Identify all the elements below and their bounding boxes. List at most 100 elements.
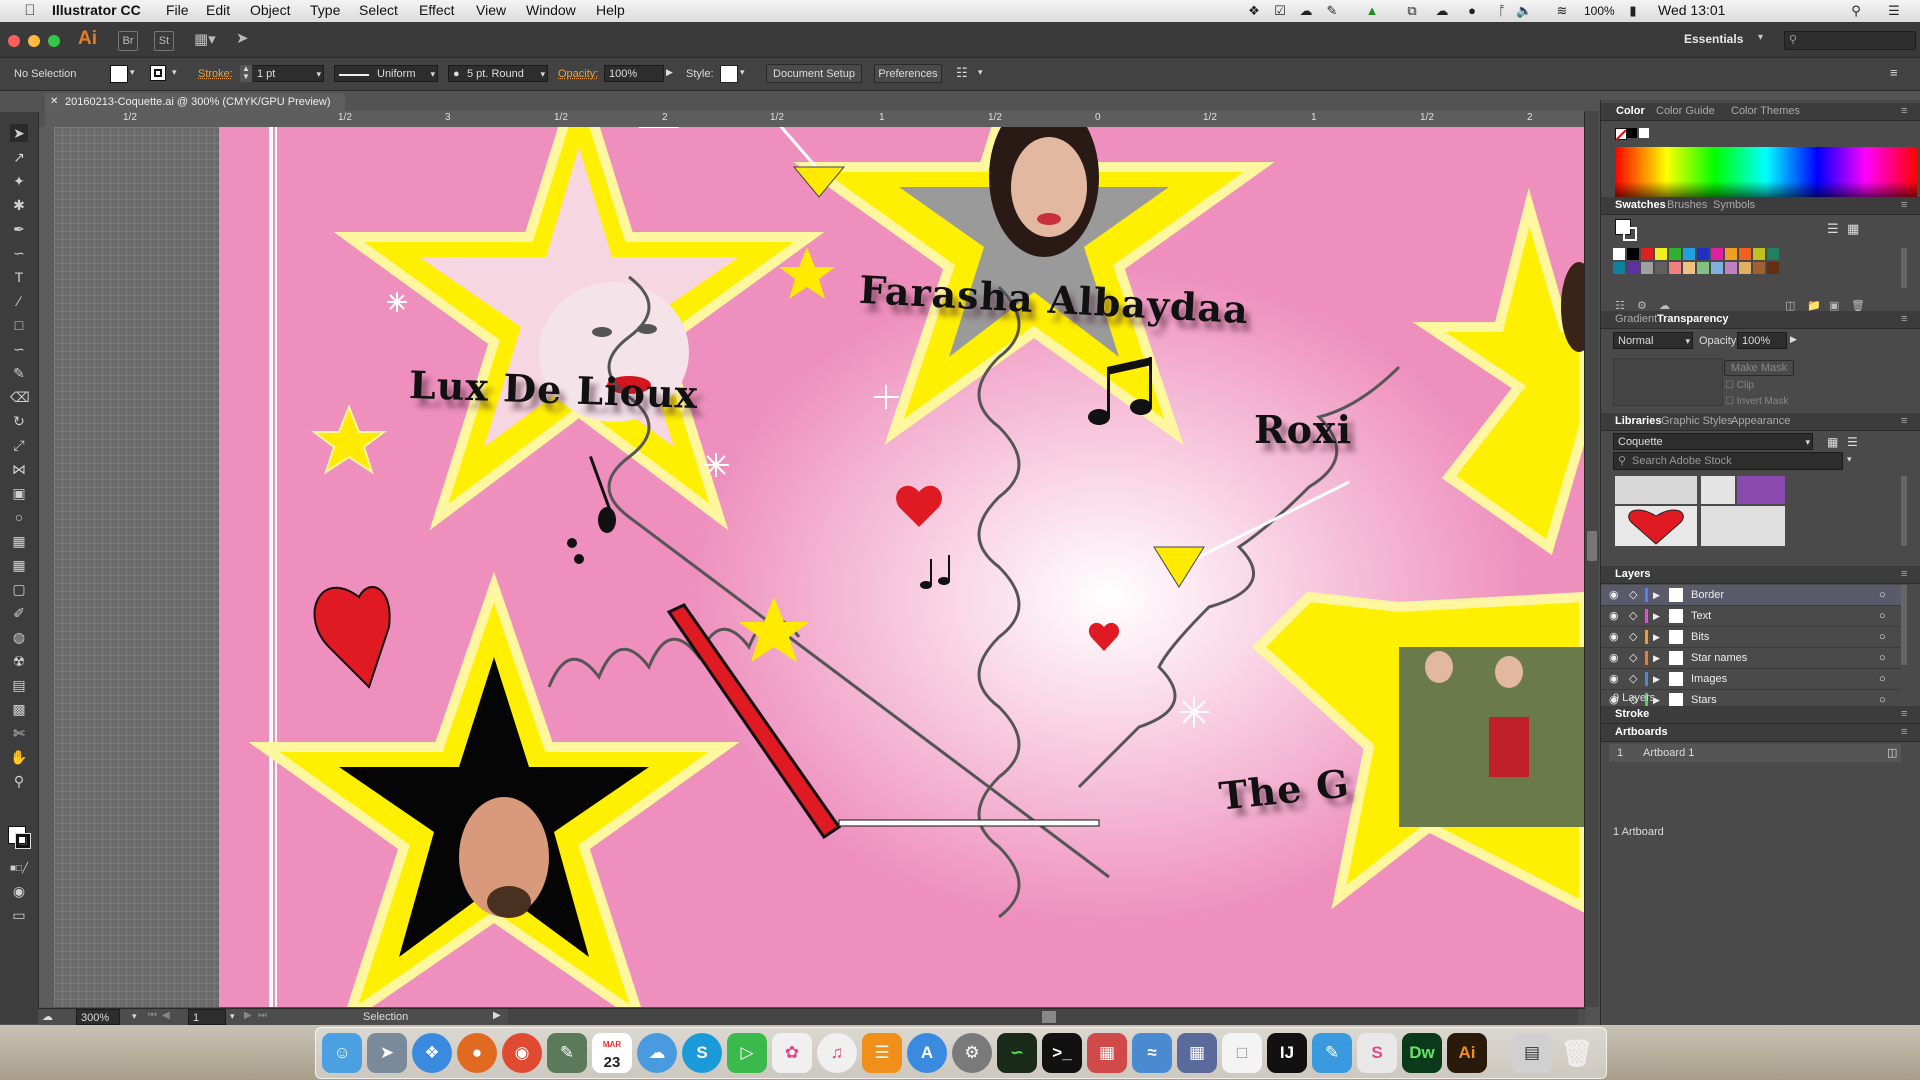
tab-symbols[interactable]: Symbols xyxy=(1713,197,1755,214)
expand-arrow-icon[interactable]: ▶ xyxy=(1653,669,1660,689)
tab-appearance[interactable]: Appearance xyxy=(1731,413,1790,430)
eye-icon[interactable]: ◉ xyxy=(1609,606,1619,626)
pen-tool-icon[interactable]: ✒ xyxy=(10,220,28,238)
opacity-arrow-icon[interactable]: ▶ xyxy=(1790,334,1797,345)
layer-row[interactable]: ◉ ◇ ▶ Bits ○ xyxy=(1601,627,1901,648)
dot-icon[interactable]: ● xyxy=(1464,3,1480,19)
itunes-icon[interactable]: ♫ xyxy=(817,1033,857,1073)
panel-menu-icon[interactable]: ≡ xyxy=(1901,197,1907,214)
color-swatch[interactable] xyxy=(1725,262,1737,274)
preferences-button[interactable]: Preferences xyxy=(874,64,942,83)
scale-tool-icon[interactable]: ⤢ xyxy=(10,436,28,454)
arrange-options-icon[interactable]: ☷ xyxy=(956,65,968,81)
mesh-tool-icon[interactable]: ▦ xyxy=(10,556,28,574)
copy-icon[interactable]: ⧉ xyxy=(1404,3,1420,19)
panel-menu-icon[interactable]: ≡ xyxy=(1901,706,1907,723)
color-swatch[interactable] xyxy=(1669,262,1681,274)
menu-select[interactable]: Select xyxy=(359,2,398,18)
expand-arrow-icon[interactable]: ▶ xyxy=(1653,606,1660,626)
layer-row[interactable]: ◉ ◇ ▶ Border ○ xyxy=(1601,585,1901,606)
creative-cloud-icon[interactable]: ☁ xyxy=(1298,3,1314,19)
cloud-upload-icon[interactable]: ☁ xyxy=(1434,3,1450,19)
expand-arrow-icon[interactable]: ▶ xyxy=(1653,648,1660,668)
chevron-down-icon[interactable]: ▾ xyxy=(740,67,745,78)
width-tool-icon[interactable]: ⋈ xyxy=(10,460,28,478)
horizontal-ruler[interactable]: 1/2 1/2 3 1/2 2 1/2 1 1/2 0 1/2 1 1/2 2 xyxy=(45,111,1585,128)
intellij-icon[interactable]: IJ xyxy=(1267,1033,1307,1073)
eyedropper-tool-icon[interactable]: ✐ xyxy=(10,604,28,622)
vertical-ruler[interactable] xyxy=(38,127,55,1007)
apple-icon[interactable]:  xyxy=(22,3,38,19)
color-swatch[interactable] xyxy=(1739,248,1751,260)
eye-icon[interactable]: ◉ xyxy=(1609,585,1619,605)
safari-icon[interactable]: ❖ xyxy=(412,1033,452,1073)
color-swatch[interactable] xyxy=(1655,248,1667,260)
white-swatch[interactable] xyxy=(1639,128,1649,138)
spotlight-search-icon[interactable]: ⚲ xyxy=(1848,3,1864,19)
sketch-icon[interactable]: S xyxy=(1357,1033,1397,1073)
opacity-slider-arrow-icon[interactable]: ▶ xyxy=(666,67,673,78)
target-icon[interactable]: ○ xyxy=(1879,648,1886,668)
color-swatch[interactable] xyxy=(1767,262,1779,274)
clip-checkbox[interactable]: ☐ Clip xyxy=(1725,380,1754,391)
illustrator-dock-icon[interactable]: Ai xyxy=(1447,1033,1487,1073)
scrollbar-thumb[interactable] xyxy=(1587,531,1597,561)
layer-name[interactable]: Bits xyxy=(1691,627,1709,647)
tab-graphic-styles[interactable]: Graphic Styles xyxy=(1661,413,1733,430)
library-list-view-icon[interactable]: ☰ xyxy=(1847,435,1858,449)
color-swatch[interactable] xyxy=(1655,262,1667,274)
system-preferences-icon[interactable]: ⚙ xyxy=(952,1033,992,1073)
color-swatch[interactable] xyxy=(1669,248,1681,260)
perspective-grid-tool-icon[interactable]: ▦ xyxy=(10,532,28,550)
library-item-heart[interactable] xyxy=(1615,506,1697,546)
color-swatch[interactable] xyxy=(1641,262,1653,274)
messages-icon[interactable]: ☁ xyxy=(637,1033,677,1073)
tab-transparency[interactable]: Transparency xyxy=(1657,311,1729,328)
variable-width-profile-select[interactable]: Uniform ▾ xyxy=(334,65,438,82)
library-item[interactable] xyxy=(1701,476,1735,504)
checkbox-icon[interactable]: ☑ xyxy=(1272,3,1288,19)
notification-center-icon[interactable]: ☰ xyxy=(1886,3,1902,19)
stroke-stepper-icon[interactable]: ▲ ▼ xyxy=(240,65,252,82)
shape-builder-tool-icon[interactable]: ○ xyxy=(10,508,28,526)
eye-icon[interactable]: ◉ xyxy=(1609,627,1619,647)
downloads-stack-icon[interactable]: ▤ xyxy=(1512,1033,1552,1073)
target-icon[interactable]: ○ xyxy=(1879,669,1886,689)
stock-button[interactable]: St xyxy=(154,31,174,51)
swatch-stroke-indicator[interactable] xyxy=(1623,227,1637,241)
chevron-down-icon[interactable]: ▾ xyxy=(978,67,983,78)
menu-effect[interactable]: Effect xyxy=(419,2,455,18)
color-mode-icon[interactable]: ■□╱ xyxy=(10,860,28,878)
document-icon[interactable]: □ xyxy=(1222,1033,1262,1073)
dreamweaver-icon[interactable]: Dw xyxy=(1402,1033,1442,1073)
eraser-tool-icon[interactable]: ⌫ xyxy=(10,388,30,406)
target-icon[interactable]: ○ xyxy=(1879,627,1886,647)
type-tool-icon[interactable]: T xyxy=(10,268,28,286)
layer-name[interactable]: Images xyxy=(1691,669,1727,689)
tab-libraries[interactable]: Libraries xyxy=(1615,413,1661,430)
lock-icon[interactable]: ◇ xyxy=(1629,606,1637,626)
fill-dropdown-icon[interactable]: ▾ xyxy=(130,67,135,78)
close-tab-icon[interactable]: ✕ xyxy=(50,93,58,111)
blend-tool-icon[interactable]: ◍ xyxy=(10,628,28,646)
chevron-down-icon[interactable]: ▾ xyxy=(1847,454,1852,465)
chevron-down-icon[interactable]: ▾ xyxy=(1758,32,1763,43)
panel-menu-icon[interactable]: ≡ xyxy=(1901,724,1907,741)
panel-menu-icon[interactable]: ≡ xyxy=(1901,103,1907,120)
clock[interactable]: Wed 13:01 xyxy=(1658,2,1725,18)
black-swatch[interactable] xyxy=(1627,128,1637,138)
control-panel-menu-icon[interactable]: ≡ xyxy=(1890,65,1898,80)
slice-tool-icon[interactable]: ✄ xyxy=(10,724,28,742)
activity-monitor-icon[interactable]: ∽ xyxy=(997,1033,1037,1073)
panel-menu-icon[interactable]: ≡ xyxy=(1901,413,1907,430)
target-icon[interactable]: ○ xyxy=(1879,585,1886,605)
wifi-icon[interactable]: ≋ xyxy=(1554,3,1570,19)
color-swatch[interactable] xyxy=(1711,262,1723,274)
make-mask-button[interactable]: Make Mask xyxy=(1724,360,1794,376)
network-utility-icon[interactable]: ▦ xyxy=(1087,1033,1127,1073)
swatch-grid[interactable] xyxy=(1613,248,1901,298)
next-artboard-icon[interactable]: ▶ xyxy=(244,1010,252,1021)
zoom-tool-icon[interactable]: ⚲ xyxy=(10,772,28,790)
menu-object[interactable]: Object xyxy=(250,2,290,18)
brush-definition-select[interactable]: ● 5 pt. Round ▾ xyxy=(448,65,548,82)
